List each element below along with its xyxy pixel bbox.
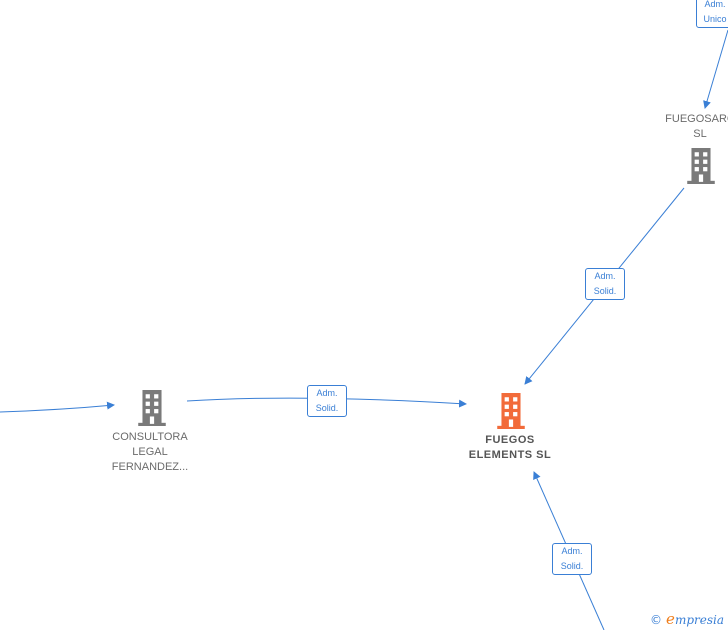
node-label-line: LEGAL [132, 446, 168, 458]
node-label-fuegosarc[interactable]: FUEGOSARC SL [655, 112, 728, 142]
relationship-graph [0, 29, 728, 630]
node-label-consultora[interactable]: CONSULTORA LEGAL FERNANDEZ... [100, 430, 200, 475]
node-label-fuegos-elements[interactable]: FUEGOS ELEMENTS SL [455, 433, 565, 463]
edge-label-line: Solid. [315, 403, 339, 413]
edge-label-line: Adm. [561, 546, 583, 556]
node-label-line: FERNANDEZ... [111, 461, 189, 473]
node-label-line: ELEMENTS SL [468, 449, 552, 461]
building-icon-fuegosarc[interactable] [684, 148, 718, 184]
node-label-line: FUEGOSARC [665, 113, 728, 125]
edge-label-adm-solid-consultora[interactable]: Adm. Solid. [307, 385, 347, 417]
edge-label-adm-solid-fuegosarc[interactable]: Adm. Solid. [585, 268, 625, 300]
copyright-symbol: © [650, 613, 663, 627]
edge-label-line: Solid. [560, 561, 584, 571]
edge-label-line: Solid. [593, 286, 617, 296]
edge-label-adm-solid-bottom[interactable]: Adm. Solid. [552, 543, 592, 575]
node-label-line: FUEGOS [485, 434, 535, 446]
brand-name: mpresia [674, 613, 724, 627]
edge-label-line: Adm. [704, 0, 726, 9]
node-label-line: CONSULTORA [112, 431, 188, 443]
building-icon-fuegos-elements[interactable] [494, 393, 528, 429]
edge-label-adm-unico[interactable]: Adm. Unico [696, 0, 728, 28]
brand-initial: e [666, 610, 675, 628]
building-icon-consultora[interactable] [135, 390, 169, 426]
edge-label-line: Adm. [594, 271, 616, 281]
edge-incoming-to-consultora [0, 401, 115, 413]
edge-label-line: Adm. [316, 388, 338, 398]
edge-adm-unico-to-fuegosarc [703, 29, 728, 109]
empresia-watermark: © empresia [650, 610, 724, 628]
edge-label-line: Unico [703, 14, 727, 24]
node-label-line: SL [693, 128, 707, 140]
